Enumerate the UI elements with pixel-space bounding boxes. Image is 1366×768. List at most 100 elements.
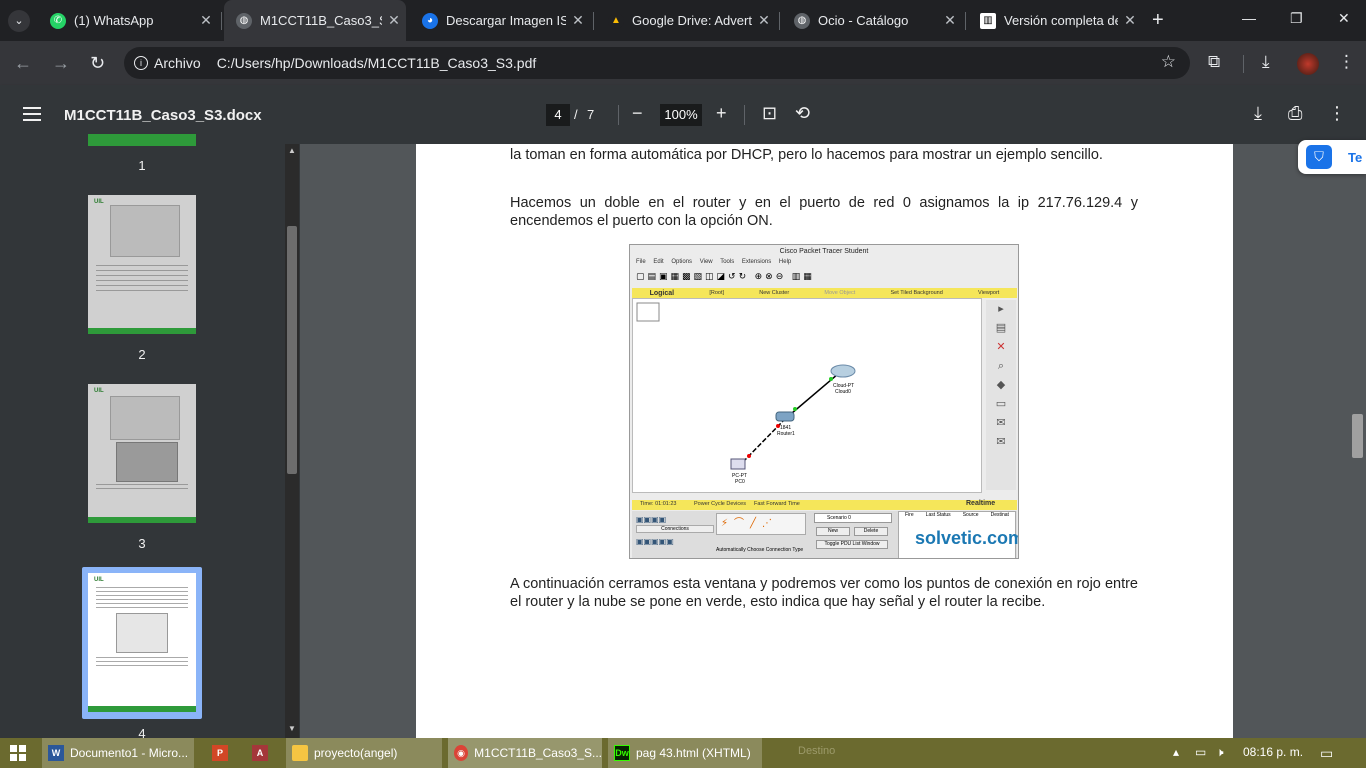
extensions-icon[interactable]: ⧉	[1208, 52, 1220, 72]
taskbar-item-powerpoint[interactable]: P	[206, 738, 240, 768]
rotate-icon[interactable]: ⟲	[795, 103, 810, 124]
scrollbar-thumb[interactable]	[287, 226, 297, 474]
zoom-input[interactable]: 100%	[660, 104, 702, 126]
viewer-scrollbar[interactable]	[1349, 144, 1366, 738]
svg-text:PC0: PC0	[735, 479, 745, 485]
zoom-out-icon[interactable]: −	[632, 103, 643, 124]
sidebar-scrollbar[interactable]: ▲ ▼	[285, 144, 299, 738]
tab-strip: ⌄ ✆ (1) WhatsApp ✕ ◍ M1CCT11B_Caso3_S3 ✕…	[0, 0, 1366, 41]
tab-whatsapp[interactable]: ✆ (1) WhatsApp ✕	[38, 0, 218, 41]
page-total: 7	[587, 107, 595, 122]
access-icon: A	[252, 745, 268, 761]
browser-toolbar: ← → ↻ i Archivo C:/Users/hp/Downloads/M1…	[0, 41, 1366, 85]
taskbar-item-folder[interactable]: proyecto(angel)	[286, 738, 442, 768]
chrome-icon: ◉	[454, 745, 469, 761]
notifications-icon[interactable]: ▭	[1320, 745, 1333, 762]
pdf-title: M1CCT11B_Caso3_S3.docx	[64, 107, 262, 124]
svg-text:Cloud0: Cloud0	[835, 389, 851, 395]
taskbar-ghost-text: Destino	[798, 745, 836, 757]
word-icon: W	[48, 745, 64, 761]
thumbnail-number: 1	[138, 158, 146, 173]
tray-chevron-icon[interactable]: ▴	[1173, 745, 1179, 759]
powerpoint-icon: P	[212, 745, 228, 761]
taskbar-item-access[interactable]: A	[246, 738, 280, 768]
pdf-viewer[interactable]: la toman en forma automática por DHCP, p…	[300, 144, 1366, 738]
bag-icon: ⛉	[1306, 145, 1332, 169]
watermark-logo: solvetic.com	[915, 528, 1019, 548]
paragraph-bottom: A continuación cerramos esta ventana y p…	[510, 576, 1138, 610]
url-text[interactable]: C:/Users/hp/Downloads/M1CCT11B_Caso3_S3.…	[217, 55, 537, 71]
whatsapp-icon: ✆	[50, 12, 66, 29]
packet-tracer-screenshot: Cisco Packet Tracer Student File Edit Op…	[629, 244, 1019, 559]
reload-button[interactable]: ↻	[90, 53, 105, 74]
new-tab-button[interactable]: +	[1152, 9, 1164, 32]
menu-kebab-icon[interactable]: ⋮	[1338, 52, 1355, 72]
pt-canvas: Cloud-PT Cloud0 1841 Router1 PC-PT PC0	[632, 298, 982, 493]
start-button[interactable]	[10, 745, 26, 761]
scrollbar-thumb[interactable]	[1352, 414, 1363, 458]
pdf-toolbar: M1CCT11B_Caso3_S3.docx 4 / 7 − 100% + ⊡ …	[0, 85, 1366, 144]
close-icon[interactable]: ✕	[752, 12, 776, 29]
close-icon[interactable]: ✕	[194, 12, 218, 29]
more-options-icon[interactable]: ⋮	[1328, 103, 1346, 124]
dreamweaver-icon: Dw	[614, 745, 630, 761]
tab-descargar-iso[interactable]: ◕ Descargar Imagen ISO ✕	[410, 0, 590, 41]
close-icon[interactable]: ✕	[566, 12, 590, 29]
info-icon: i	[134, 56, 148, 70]
drive-icon: ▲	[608, 12, 624, 29]
taskbar-item-chrome[interactable]: ◉ M1CCT11B_Caso3_S...	[448, 738, 602, 768]
pt-menu: File Edit Options View Tools Extensions …	[636, 259, 792, 265]
address-bar[interactable]: i Archivo C:/Users/hp/Downloads/M1CCT11B…	[124, 47, 1190, 79]
tab-pdf[interactable]: ◍ M1CCT11B_Caso3_S3 ✕	[224, 0, 406, 41]
pt-status-bar: Time: 01:01:23 Power Cycle Devices Fast …	[632, 500, 1017, 510]
scroll-down-arrow[interactable]: ▼	[288, 724, 296, 733]
file-chip[interactable]: i Archivo	[134, 55, 201, 71]
page-number-input[interactable]: 4	[546, 104, 570, 126]
download-icon[interactable]: ⤓	[1262, 52, 1270, 72]
taskbar-item-word[interactable]: W Documento1 - Micro...	[42, 738, 194, 768]
windows-taskbar: W Documento1 - Micro... P A proyecto(ang…	[0, 738, 1366, 768]
floating-addon-widget[interactable]: ⛉ Te	[1298, 140, 1366, 174]
folder-icon	[292, 745, 308, 761]
tab-version-completa[interactable]: ▥ Versión completa de ✕	[968, 0, 1142, 41]
minimize-button[interactable]: —	[1242, 10, 1256, 26]
close-icon[interactable]: ✕	[1118, 12, 1142, 29]
svg-text:Router1: Router1	[777, 431, 795, 437]
bookmark-star-icon[interactable]: ☆	[1161, 52, 1176, 72]
close-icon[interactable]: ✕	[382, 12, 406, 29]
hamburger-menu-icon[interactable]	[23, 107, 41, 121]
clock[interactable]: 08:16 p. m.	[1243, 745, 1303, 759]
edge-icon: ◕	[422, 12, 438, 29]
library-icon: ▥	[980, 12, 996, 29]
volume-icon[interactable]: 🕨	[1216, 745, 1224, 760]
paragraph-top: la toman en forma automática por DHCP, p…	[510, 147, 1103, 163]
thumbnail-number: 2	[138, 347, 146, 362]
forward-button[interactable]: →	[52, 53, 70, 74]
pt-toolbar-icons: ▢▤▣▦▩▧◫◪↺↻ ⊕⊗⊖ ▥▦	[636, 271, 815, 281]
tab-search-button[interactable]: ⌄	[8, 10, 30, 32]
pt-workspace-bar: Logical [Root] New Cluster Move Object S…	[632, 288, 1017, 298]
download-pdf-icon[interactable]: ⤓	[1254, 103, 1262, 124]
print-icon[interactable]: ⎙	[1288, 103, 1302, 124]
globe-icon: ◍	[236, 12, 252, 29]
tab-google-drive[interactable]: ▲ Google Drive: Advert ✕	[596, 0, 776, 41]
avatar[interactable]	[1297, 53, 1319, 75]
thumbnail-page-1[interactable]	[88, 134, 196, 146]
thumbnail-page-2[interactable]: UIL	[88, 195, 196, 334]
pt-title: Cisco Packet Tracer Student	[779, 248, 869, 255]
network-diagram: Cloud-PT Cloud0 1841 Router1 PC-PT PC0	[636, 302, 856, 485]
back-button[interactable]: ←	[14, 53, 32, 74]
scroll-up-arrow[interactable]: ▲	[288, 146, 296, 155]
fit-page-icon[interactable]: ⊡	[762, 103, 777, 124]
tab-ocio-catalogo[interactable]: ◍ Ocio - Catálogo ✕	[782, 0, 962, 41]
thumbnail-number: 3	[138, 536, 146, 551]
close-window-button[interactable]: ✕	[1338, 10, 1350, 27]
thumbnail-page-3[interactable]: UIL	[88, 384, 196, 523]
close-icon[interactable]: ✕	[938, 12, 962, 29]
pt-device-panel: ▣▣▣▣ Connections ▣▣▣▣▣ ⚡⌒╱⋰ Automaticall…	[632, 511, 1019, 558]
network-icon[interactable]: ▭	[1195, 745, 1206, 759]
restore-button[interactable]: ❐	[1290, 10, 1303, 27]
thumbnail-page-4-selected[interactable]: UIL	[82, 567, 202, 719]
zoom-in-icon[interactable]: +	[716, 103, 727, 124]
taskbar-item-dreamweaver[interactable]: Dw pag 43.html (XHTML)	[608, 738, 762, 768]
